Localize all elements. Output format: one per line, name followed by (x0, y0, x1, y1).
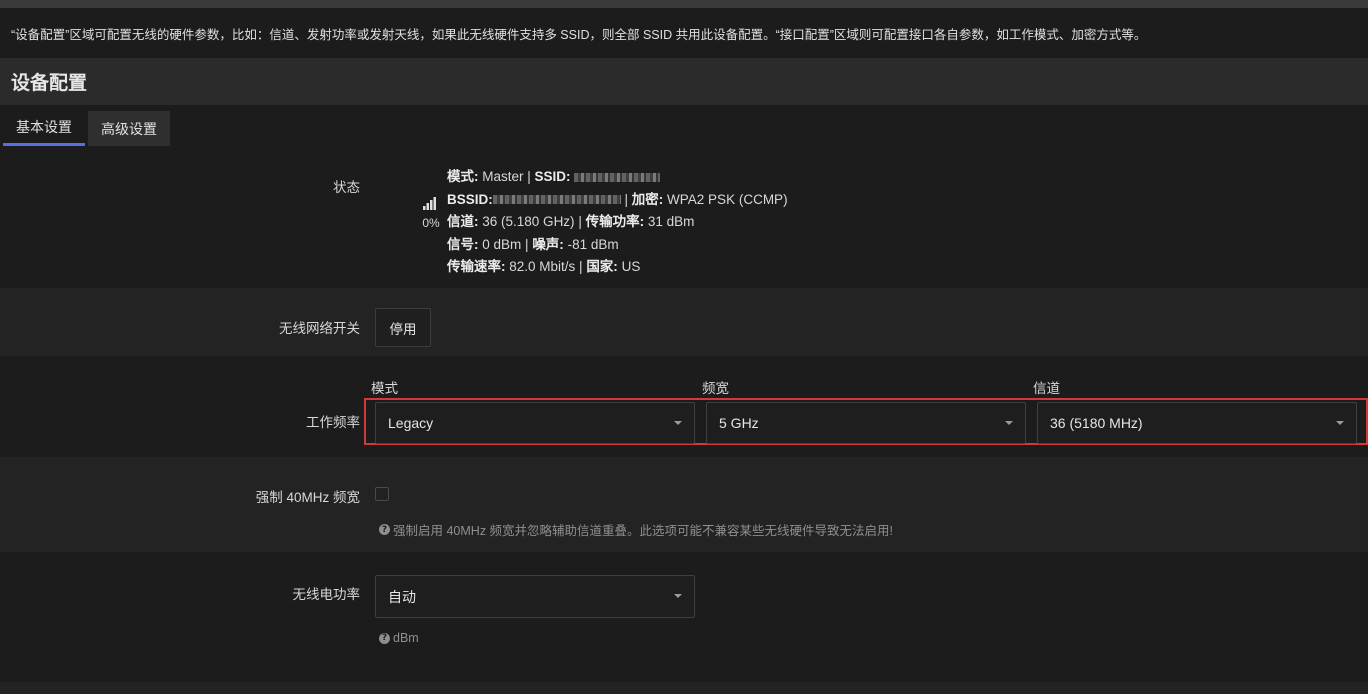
txpower-label: 无线电功率 (292, 587, 361, 602)
mode-value: Master (482, 169, 524, 184)
question-icon: ? (379, 632, 390, 644)
status-line-bitrate: 传输速率: 82.0 Mbit/s | 国家: US (447, 259, 641, 274)
status-line-signal: 信号: 0 dBm | 噪声: -81 dBm (447, 236, 619, 252)
ssid-label: SSID: (534, 169, 571, 184)
mode-label: 模式: (447, 169, 479, 184)
noise-value: -81 dBm (567, 236, 619, 252)
question-icon: ? (379, 524, 390, 535)
wireless-switch-row: 无线网络开关 停用 (0, 288, 1368, 356)
bssid-label: BSSID: (447, 191, 493, 207)
chevron-down-icon (674, 421, 682, 425)
tab-bar: 基本设置 高级设置 (3, 111, 170, 146)
noise-label: 噪声: (532, 236, 564, 252)
frequency-label: 工作频率 (306, 415, 360, 430)
txpower-help: ? dBm (379, 631, 419, 645)
chevron-down-icon (1005, 421, 1013, 425)
channel-value: 36 (5.180 GHz) (482, 214, 575, 229)
status-row: 状态 0% 模式: Master | SSID: BSSID: | 加密: WP… (0, 150, 1368, 288)
wireless-switch-label: 无线网络开关 (279, 321, 360, 336)
txpower-row: 无线电功率 自动 ? dBm (0, 552, 1368, 682)
channel-column-label: 信道 (1033, 381, 1060, 396)
country-label: 国家: (586, 259, 618, 274)
txpower-select-value: 自动 (388, 588, 416, 605)
bottom-strip (0, 682, 1368, 694)
signal-bars-icon (423, 197, 436, 210)
force-40mhz-checkbox[interactable] (375, 487, 389, 501)
status-line-bssid: BSSID: | 加密: WPA2 PSK (CCMP) (447, 191, 788, 207)
channel-select-value: 36 (5180 MHz) (1050, 415, 1143, 431)
force-40mhz-help: ? 强制启用 40MHz 频宽并忽略辅助信道重叠。此选项可能不兼容某些无线硬件导… (379, 520, 893, 539)
tab-advanced-settings[interactable]: 高级设置 (88, 111, 170, 146)
txpower-select[interactable]: 自动 (375, 575, 695, 618)
width-column-label: 频宽 (702, 381, 729, 396)
force-40mhz-label: 强制 40MHz 频宽 (255, 490, 360, 505)
bitrate-value: 82.0 Mbit/s (509, 259, 576, 274)
disable-button[interactable]: 停用 (375, 308, 431, 347)
country-value: US (621, 259, 641, 274)
width-select[interactable]: 5 GHz (706, 402, 1026, 444)
signal-indicator: 0% (420, 196, 442, 230)
section-description: “设备配置”区域可配置无线的硬件参数，比如：信道、发射功率或发射天线，如果此无线… (0, 8, 1368, 58)
txpower-label: 传输功率: (585, 214, 645, 229)
txpower-help-text: dBm (393, 631, 419, 645)
txpower-value: 31 dBm (647, 214, 695, 229)
ssid-redacted (574, 172, 661, 182)
status-line-mode: 模式: Master | SSID: (447, 166, 788, 189)
mode-select-value: Legacy (388, 415, 434, 431)
channel-select[interactable]: 36 (5180 MHz) (1037, 402, 1357, 444)
bitrate-label: 传输速率: (447, 259, 506, 274)
force-40mhz-help-text: 强制启用 40MHz 频宽并忽略辅助信道重叠。此选项可能不兼容某些无线硬件导致无… (393, 524, 894, 538)
section-title: 设备配置 (11, 73, 88, 94)
status-details: 模式: Master | SSID: BSSID: | 加密: WPA2 PSK… (447, 166, 788, 279)
mode-select[interactable]: Legacy (375, 402, 695, 444)
encryption-label: 加密: (631, 191, 664, 207)
signal-label: 信号: (447, 236, 479, 252)
tab-basic-settings[interactable]: 基本设置 (3, 111, 85, 146)
bssid-redacted (492, 195, 621, 205)
width-select-value: 5 GHz (719, 415, 759, 431)
top-strip (0, 0, 1368, 8)
mode-column-label: 模式 (371, 381, 398, 396)
signal-value: 0 dBm (482, 236, 522, 252)
status-label: 状态 (333, 180, 360, 195)
section-header: 设备配置 (0, 58, 1368, 105)
frequency-row: 工作频率 模式 频宽 信道 Legacy 5 GHz 36 (5180 MHz) (0, 356, 1368, 457)
chevron-down-icon (1336, 421, 1344, 425)
status-line-channel: 信道: 36 (5.180 GHz) | 传输功率: 31 dBm (447, 214, 695, 229)
encryption-value: WPA2 PSK (CCMP) (667, 191, 788, 207)
force-40mhz-row: 强制 40MHz 频宽 ? 强制启用 40MHz 频宽并忽略辅助信道重叠。此选项… (0, 457, 1368, 552)
chevron-down-icon (674, 594, 682, 598)
signal-percent: 0% (422, 216, 440, 230)
channel-label: 信道: (447, 214, 479, 229)
